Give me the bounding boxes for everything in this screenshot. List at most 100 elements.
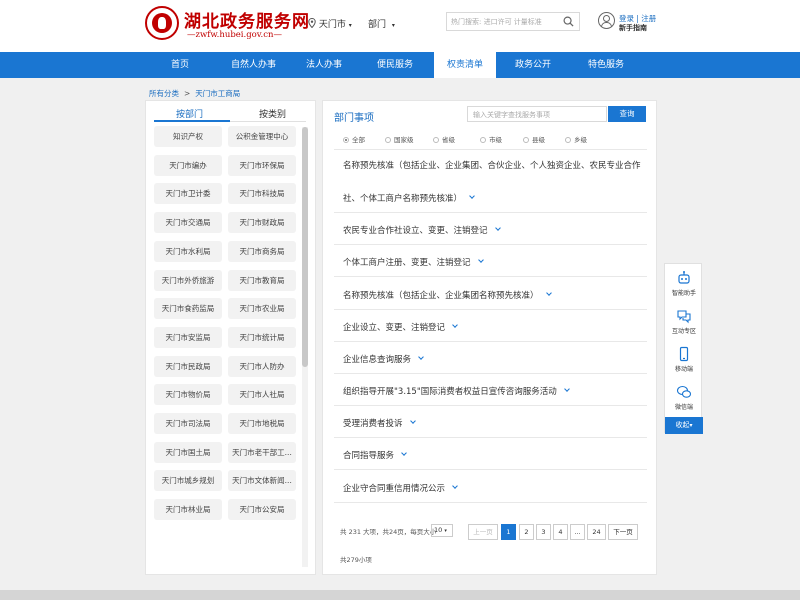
interaction-zone-button[interactable]: 互动专区 — [665, 308, 703, 335]
dept-button[interactable]: 天门市物价局 — [154, 384, 222, 406]
dept-selector[interactable]: 部门 ▾ — [368, 17, 395, 30]
tab-by-type[interactable]: 按类别 — [259, 107, 286, 120]
chevron-down-icon[interactable] — [452, 483, 458, 489]
header-search-input[interactable] — [451, 15, 559, 28]
nav-personal[interactable]: 自然人办事 — [215, 52, 292, 78]
next-page-button[interactable]: 下一页 — [608, 524, 638, 540]
radio-icon — [343, 137, 349, 143]
chevron-down-icon[interactable] — [452, 322, 458, 328]
level-radio-city[interactable]: 市级 — [480, 134, 502, 144]
mobile-button[interactable]: 移动端 — [665, 346, 703, 373]
location-label: 天门市 — [318, 20, 346, 30]
dept-button[interactable]: 天门市民政局 — [154, 355, 222, 377]
prev-page-button[interactable]: 上一页 — [468, 524, 498, 540]
page-button[interactable]: 3 — [536, 524, 551, 540]
wechat-button[interactable]: 微信端 — [665, 384, 703, 411]
page-button[interactable]: 1 — [501, 524, 516, 540]
dept-button[interactable]: 天门市人防办 — [228, 355, 296, 377]
page-button[interactable]: 4 — [553, 524, 568, 540]
level-radio-county[interactable]: 县级 — [523, 134, 545, 144]
dept-button[interactable]: 天门市司法局 — [154, 413, 222, 434]
breadcrumb-root[interactable]: 所有分类 — [149, 89, 179, 98]
page-button[interactable]: 2 — [519, 524, 534, 540]
user-avatar-icon[interactable] — [598, 12, 615, 29]
location-selector[interactable]: 天门市 ▾ — [308, 17, 352, 30]
items-panel: 部门事项 查询 全部 国家级 省级 市级 县级 乡级 名称预先核准（包括企业、企… — [322, 100, 657, 575]
collapse-toolbar-button[interactable]: 收起▾ — [665, 417, 703, 434]
list-item[interactable]: 名称预先核准（包括企业、企业集团、合伙企业、个人独资企业、农民专业合作 — [343, 159, 641, 171]
dept-button[interactable]: 天门市财政局 — [228, 212, 296, 234]
chevron-down-icon[interactable] — [563, 386, 570, 392]
page-size-select[interactable]: 10 ▾ — [431, 524, 453, 537]
dept-button[interactable]: 天门市公安局 — [228, 499, 296, 521]
list-item[interactable]: 农民专业合作社设立、变更、注销登记 — [343, 224, 501, 236]
nav-featured[interactable]: 特色服务 — [570, 52, 642, 78]
list-item[interactable]: 个体工商户注册、变更、注销登记 — [343, 256, 484, 268]
dept-button[interactable]: 天门市老干部工... — [228, 441, 296, 463]
list-item[interactable]: 合同指导服务 — [343, 449, 407, 461]
chevron-down-icon[interactable] — [545, 290, 552, 296]
dept-button[interactable]: 天门市水利局 — [154, 240, 222, 262]
dept-button[interactable]: 天门市卫计委 — [154, 183, 222, 205]
item-search-input[interactable] — [473, 109, 601, 120]
new-user-guide-link[interactable]: 新手指南 — [619, 23, 647, 33]
dept-button[interactable]: 公积金管理中心 — [228, 126, 296, 147]
list-item[interactable]: 社、个体工商户名称预先核准） — [343, 192, 475, 204]
list-item[interactable]: 企业信息查询服务 — [343, 353, 424, 365]
nav-power-list[interactable]: 权责清单 — [434, 52, 496, 78]
dept-button[interactable]: 天门市地税局 — [228, 413, 296, 434]
divider — [334, 341, 647, 342]
dept-button[interactable]: 天门市统计局 — [228, 326, 296, 348]
site-logo[interactable]: 湖北政务服务网 —zwfw.hubei.gov.cn— — [145, 6, 309, 46]
dept-button[interactable]: 天门市文体新闻... — [228, 470, 296, 492]
dept-button[interactable]: 知识产权 — [154, 126, 222, 147]
dept-button[interactable]: 天门市编办 — [154, 154, 222, 176]
dept-scrollbar[interactable] — [302, 127, 308, 567]
dept-button[interactable]: 天门市外侨旅游 — [154, 269, 222, 291]
list-item[interactable]: 名称预先核准（包括企业、企业集团名称预先核准） — [343, 289, 552, 301]
list-item[interactable]: 企业守合同重信用情况公示 — [343, 482, 458, 494]
dept-button[interactable]: 天门市食药监局 — [154, 298, 222, 320]
breadcrumb-current[interactable]: 天门市工商局 — [195, 89, 240, 98]
scrollbar-thumb[interactable] — [302, 127, 308, 367]
dept-button[interactable]: 天门市城乡规划 — [154, 470, 222, 492]
page-button[interactable]: 24 — [587, 524, 606, 540]
chevron-down-icon[interactable] — [409, 418, 416, 424]
caret-down-icon: ▾ — [348, 22, 352, 29]
list-item[interactable]: 企业设立、变更、注销登记 — [343, 321, 458, 333]
dept-button[interactable]: 天门市国土局 — [154, 441, 222, 463]
level-radio-township[interactable]: 乡级 — [565, 134, 587, 144]
list-item-text: 受理消费者投诉 — [343, 419, 403, 429]
dept-button[interactable]: 天门市环保局 — [228, 154, 296, 176]
dept-button[interactable]: 天门市教育局 — [228, 269, 296, 291]
list-item[interactable]: 受理消费者投诉 — [343, 417, 416, 429]
dept-button[interactable]: 天门市交通局 — [154, 212, 222, 234]
chevron-down-icon[interactable] — [418, 354, 424, 360]
dept-button[interactable]: 天门市人社局 — [228, 384, 296, 406]
chevron-down-icon[interactable] — [494, 225, 501, 231]
dept-button[interactable]: 天门市商务局 — [228, 240, 296, 262]
divider — [334, 469, 647, 470]
dept-button[interactable]: 天门市安监局 — [154, 326, 222, 348]
level-radio-province[interactable]: 省级 — [433, 134, 455, 144]
query-button[interactable]: 查询 — [608, 106, 646, 122]
chevron-down-icon[interactable] — [477, 257, 484, 263]
list-item[interactable]: 组织指导开展"3.15"国际消费者权益日宣传咨询服务活动 — [343, 385, 570, 397]
chevron-down-icon[interactable] — [469, 193, 475, 199]
nav-gov-affairs[interactable]: 政务公开 — [496, 52, 570, 78]
smart-assistant-button[interactable]: 智能助手 — [665, 270, 703, 297]
nav-convenience[interactable]: 便民服务 — [356, 52, 434, 78]
wechat-label: 微信端 — [674, 404, 693, 411]
tab-by-dept[interactable]: 按部门 — [176, 107, 203, 120]
chevron-down-icon[interactable] — [401, 450, 407, 456]
level-radio-national[interactable]: 国家级 — [385, 134, 414, 144]
search-icon[interactable] — [563, 16, 574, 27]
dept-button[interactable]: 天门市农业局 — [228, 298, 296, 320]
nav-legal-entity[interactable]: 法人办事 — [292, 52, 356, 78]
dept-button[interactable]: 天门市科技局 — [228, 183, 296, 205]
list-item-text: 企业设立、变更、注销登记 — [343, 323, 446, 333]
dept-button[interactable]: 天门市林业局 — [154, 499, 222, 521]
nav-home[interactable]: 首页 — [145, 52, 215, 78]
level-radio-all[interactable]: 全部 — [343, 134, 365, 144]
breadcrumb-separator: > — [184, 89, 191, 98]
